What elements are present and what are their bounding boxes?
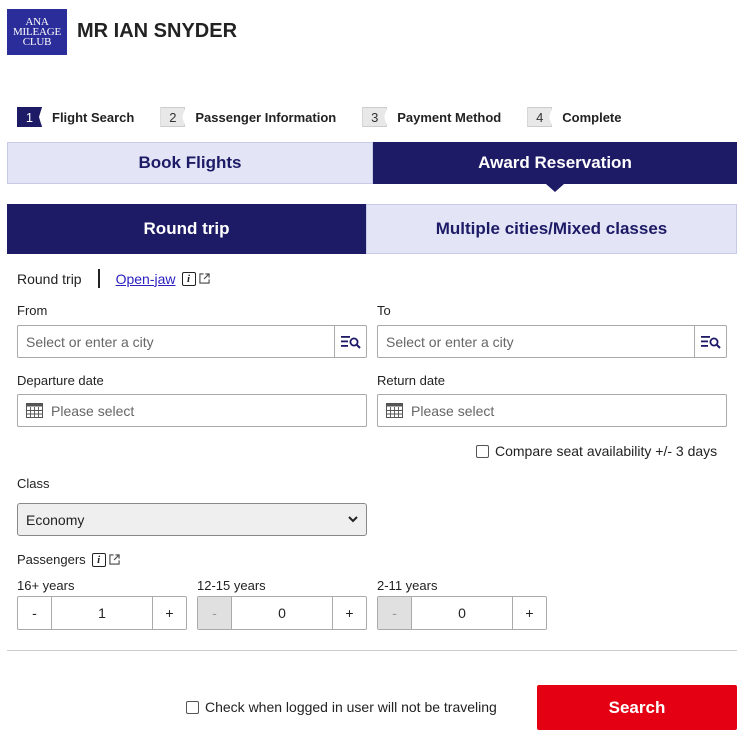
- youth-age-label: 12-15 years: [197, 578, 266, 593]
- tab-round-trip[interactable]: Round trip: [7, 204, 366, 254]
- tab-book-flights[interactable]: Book Flights: [7, 142, 373, 184]
- step-number: 1: [17, 107, 42, 127]
- to-city-search-button[interactable]: [694, 326, 726, 357]
- not-traveling-checkbox[interactable]: [186, 700, 199, 714]
- external-link-icon: [109, 554, 120, 565]
- calendar-icon: [26, 403, 43, 418]
- info-icon[interactable]: i: [91, 552, 106, 567]
- departure-date-label: Departure date: [17, 373, 104, 388]
- step-label: Flight Search: [52, 109, 135, 125]
- adult-decrement-button[interactable]: -: [18, 597, 52, 629]
- return-date-field[interactable]: [377, 394, 727, 427]
- not-traveling-label: Check when logged in user will not be tr…: [205, 699, 497, 715]
- compare-seat-availability: Compare seat availability +/- 3 days: [476, 443, 717, 459]
- to-label: To: [377, 303, 391, 318]
- adult-passenger-stepper: - 1 +: [17, 596, 187, 630]
- youth-count[interactable]: 0: [232, 597, 332, 629]
- info-icon[interactable]: i: [181, 271, 196, 286]
- trip-subtype-current: Round trip: [17, 270, 82, 287]
- open-jaw-link[interactable]: Open-jaw: [116, 271, 176, 287]
- compare-label: Compare seat availability +/- 3 days: [495, 443, 718, 459]
- step-number: 4: [527, 107, 553, 127]
- divider: [7, 650, 737, 651]
- to-field: [377, 325, 727, 358]
- youth-increment-button[interactable]: +: [332, 597, 366, 629]
- passengers-label: Passengers: [17, 552, 86, 567]
- youth-passenger-stepper: - 0 +: [197, 596, 367, 630]
- step-payment-method: 3 Payment Method: [362, 107, 501, 127]
- progress-steps: 1 Flight Search 2 Passenger Information …: [17, 107, 647, 127]
- step-passenger-information: 2 Passenger Information: [160, 107, 336, 127]
- external-link-icon: [198, 273, 210, 284]
- from-city-search-button[interactable]: [334, 326, 366, 357]
- list-search-icon: [340, 335, 361, 349]
- not-traveling-option: Check when logged in user will not be tr…: [186, 699, 497, 715]
- child-count[interactable]: 0: [412, 597, 512, 629]
- logo-line: CLUB: [22, 36, 52, 48]
- class-label: Class: [17, 476, 50, 491]
- user-name: MR IAN SNYDER: [77, 20, 238, 42]
- adult-count[interactable]: 1: [52, 597, 152, 629]
- youth-decrement-button[interactable]: -: [198, 597, 232, 629]
- from-label: From: [17, 303, 48, 318]
- from-field: [17, 325, 367, 358]
- departure-date-input[interactable]: [43, 395, 366, 426]
- compare-checkbox[interactable]: [476, 444, 489, 458]
- trip-type-tabs: Round trip Multiple cities/Mixed classes: [7, 204, 737, 254]
- child-passenger-stepper: - 0 +: [377, 596, 547, 630]
- list-search-icon: [700, 335, 721, 349]
- step-label: Complete: [562, 109, 622, 125]
- step-number: 3: [362, 107, 388, 127]
- step-label: Payment Method: [397, 109, 502, 125]
- return-date-input[interactable]: [403, 395, 726, 426]
- step-flight-search: 1 Flight Search: [17, 107, 134, 127]
- divider: [97, 269, 100, 288]
- to-input[interactable]: [378, 326, 694, 357]
- step-label: Passenger Information: [195, 109, 337, 125]
- chevron-down-icon: [348, 516, 358, 523]
- search-button[interactable]: Search: [537, 685, 737, 730]
- from-input[interactable]: [18, 326, 334, 357]
- child-decrement-button[interactable]: -: [378, 597, 412, 629]
- passengers-heading: Passengers i: [17, 552, 120, 567]
- calendar-icon: [386, 403, 403, 418]
- class-selected-value: Economy: [26, 511, 85, 528]
- booking-type-tabs: Book Flights Award Reservation: [7, 142, 737, 184]
- return-date-label: Return date: [377, 373, 445, 388]
- tab-award-reservation[interactable]: Award Reservation: [373, 142, 737, 184]
- child-increment-button[interactable]: +: [512, 597, 546, 629]
- trip-subtype-row: Round trip Open-jaw i: [17, 269, 210, 288]
- step-number: 2: [160, 107, 186, 127]
- adult-increment-button[interactable]: +: [152, 597, 186, 629]
- child-age-label: 2-11 years: [377, 578, 438, 593]
- class-select[interactable]: Economy: [17, 503, 367, 536]
- tab-multiple-cities[interactable]: Multiple cities/Mixed classes: [366, 204, 737, 254]
- adult-age-label: 16+ years: [17, 578, 75, 593]
- step-complete: 4 Complete: [527, 107, 621, 127]
- ana-mileage-club-logo: ANA MILEAGE CLUB: [7, 9, 67, 55]
- departure-date-field[interactable]: [17, 394, 367, 427]
